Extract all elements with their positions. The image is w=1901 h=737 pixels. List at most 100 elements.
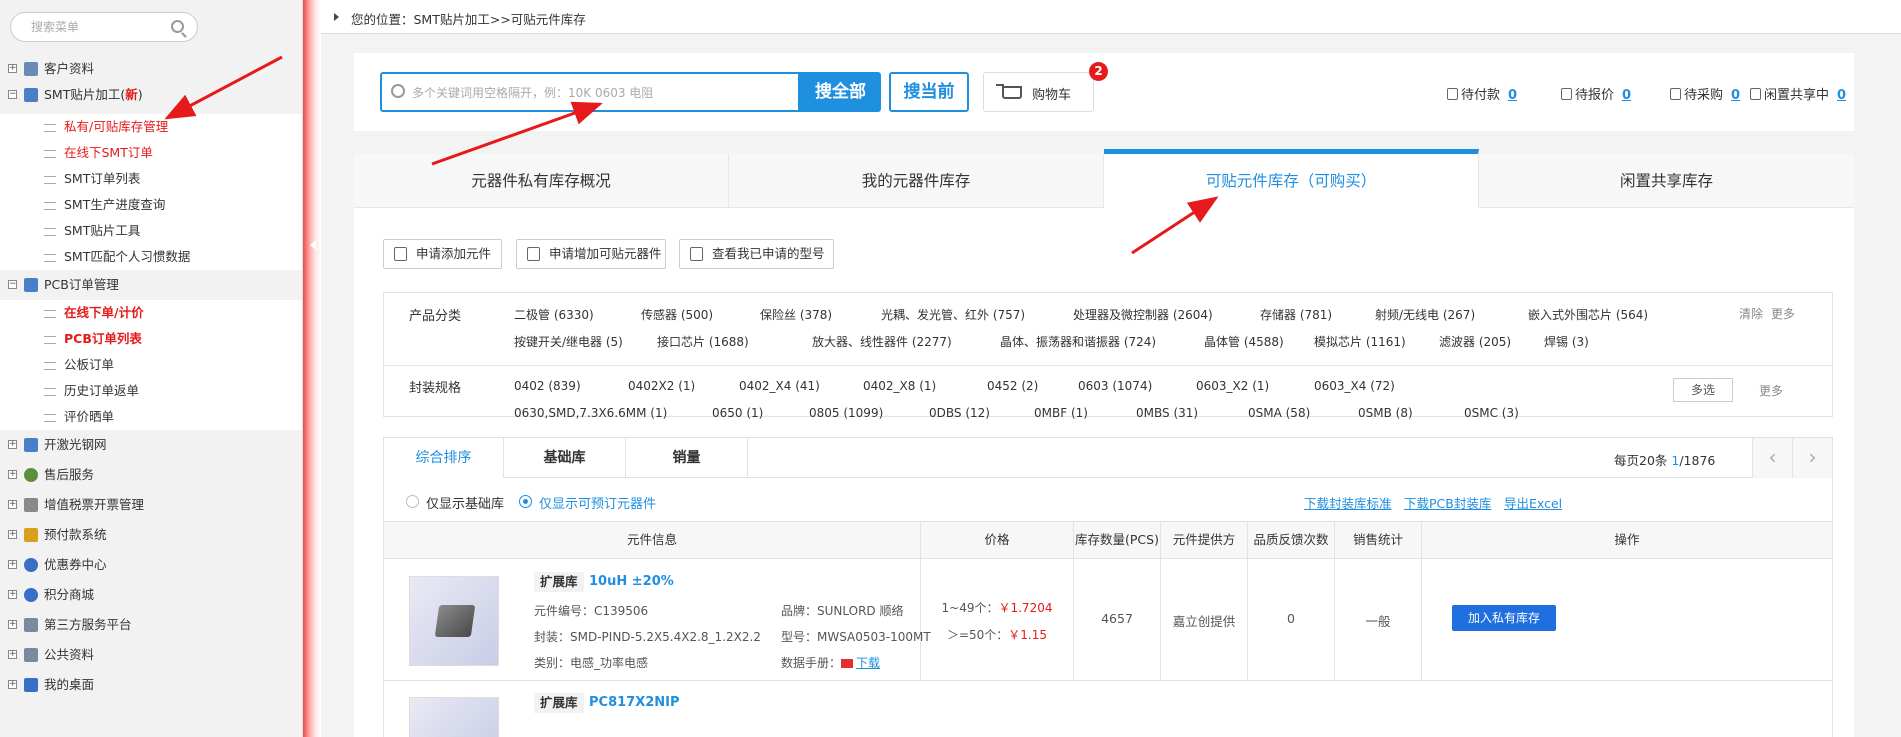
expand-icon[interactable]: + bbox=[8, 620, 17, 629]
product-name[interactable]: 10uH ±20% bbox=[589, 572, 674, 592]
datasheet-download-link[interactable]: 下载 bbox=[856, 656, 880, 670]
export-excel-link[interactable]: 导出Excel bbox=[1504, 493, 1562, 512]
expand-icon[interactable]: + bbox=[8, 560, 17, 569]
sidebar-item-pcb[interactable]: − PCB订单管理 bbox=[0, 272, 302, 298]
menu-search-input[interactable]: 搜索菜单 bbox=[10, 12, 198, 42]
search-current-button[interactable]: 搜当前 bbox=[889, 72, 969, 112]
more-packages-link[interactable]: 更多 bbox=[1759, 382, 1783, 399]
package-item[interactable]: 0650 (1) bbox=[712, 406, 763, 420]
sidebar-item-prepay[interactable]: + 预付款系统 bbox=[0, 522, 302, 548]
expand-icon[interactable]: + bbox=[8, 470, 17, 479]
expand-icon[interactable]: + bbox=[8, 590, 17, 599]
sidebar-item-desktop[interactable]: + 我的桌面 bbox=[0, 672, 302, 698]
pending-payment[interactable]: 待付款 0 bbox=[1447, 84, 1517, 103]
sidebar-sub-pcb-quote[interactable]: 在线下单/计价 bbox=[0, 300, 302, 326]
cart-button[interactable]: 购物车 bbox=[983, 72, 1094, 112]
sidebar-sub-smt-order[interactable]: 在线下SMT订单 bbox=[0, 140, 302, 166]
tab-private-overview[interactable]: 元器件私有库存概况 bbox=[354, 154, 729, 208]
package-item[interactable]: 0SMA (58) bbox=[1248, 406, 1310, 420]
sidebar-collapse-handle[interactable] bbox=[303, 0, 321, 737]
radio-basic-only[interactable]: 仅显示基础库 bbox=[406, 493, 504, 512]
expand-icon[interactable]: + bbox=[8, 440, 17, 449]
category-item[interactable]: 保险丝 (378) bbox=[760, 306, 832, 323]
expand-icon[interactable]: + bbox=[8, 530, 17, 539]
sidebar-sub-private-stock[interactable]: 私有/可贴库存管理 bbox=[0, 114, 302, 140]
sidebar-item-invoice[interactable]: + 增值税票开票管理 bbox=[0, 492, 302, 518]
pending-quote[interactable]: 待报价 0 bbox=[1561, 84, 1631, 103]
sidebar-item-points[interactable]: + 积分商城 bbox=[0, 582, 302, 608]
package-item[interactable]: 0402_X4 (41) bbox=[739, 379, 820, 393]
radio-orderable-only[interactable]: 仅显示可预订元器件 bbox=[519, 493, 656, 512]
category-item[interactable]: 传感器 (500) bbox=[641, 306, 713, 323]
pending-count[interactable]: 0 bbox=[1622, 88, 1631, 103]
sort-tab-default[interactable]: 综合排序 bbox=[384, 438, 504, 478]
package-item[interactable]: 0MBS (31) bbox=[1136, 406, 1198, 420]
package-item[interactable]: 0805 (1099) bbox=[809, 406, 883, 420]
package-item[interactable]: 0402X2 (1) bbox=[628, 379, 695, 393]
clear-filter-link[interactable]: 清除 bbox=[1739, 305, 1763, 322]
add-to-private-stock-button[interactable]: 加入私有库存 bbox=[1452, 605, 1556, 631]
sidebar-item-aftersale[interactable]: + 售后服务 bbox=[0, 462, 302, 488]
radio-circle[interactable] bbox=[519, 495, 532, 508]
tab-idle-share[interactable]: 闲置共享库存 bbox=[1479, 154, 1854, 208]
product-name[interactable]: PC817X2NIP bbox=[589, 693, 680, 713]
category-item[interactable]: 滤波器 (205) bbox=[1439, 333, 1511, 350]
product-image[interactable] bbox=[409, 576, 499, 666]
package-item[interactable]: 0SMC (3) bbox=[1464, 406, 1519, 420]
category-item[interactable]: 接口芯片 (1688) bbox=[657, 333, 749, 350]
pending-idle-share[interactable]: 闲置共享中 0 bbox=[1750, 84, 1846, 103]
tab-my-stock[interactable]: 我的元器件库存 bbox=[729, 154, 1104, 208]
category-item[interactable]: 光耦、发光管、红外 (757) bbox=[881, 306, 1025, 323]
package-item[interactable]: 0603 (1074) bbox=[1078, 379, 1152, 393]
sidebar-sub-review[interactable]: 评价晒单 bbox=[0, 404, 302, 430]
next-page-button[interactable]: › bbox=[1792, 438, 1832, 478]
download-standard-link[interactable]: 下载封装库标准 bbox=[1304, 493, 1392, 512]
product-image[interactable] bbox=[409, 697, 499, 737]
category-item[interactable]: 放大器、线性器件 (2277) bbox=[812, 333, 952, 350]
download-pcb-link[interactable]: 下载PCB封装库 bbox=[1404, 493, 1491, 512]
package-item[interactable]: 0603_X4 (72) bbox=[1314, 379, 1395, 393]
component-search-input[interactable]: 多个关键词用空格隔开，例：10K 0603 电阻 bbox=[380, 72, 800, 112]
sidebar-item-smt[interactable]: − SMT贴片加工(新) bbox=[0, 82, 302, 108]
sidebar-sub-smt-tools[interactable]: SMT贴片工具 bbox=[0, 218, 302, 244]
sidebar-sub-smt-progress[interactable]: SMT生产进度查询 bbox=[0, 192, 302, 218]
sidebar-item-stencil[interactable]: + 开激光钢网 bbox=[0, 432, 302, 458]
pending-count[interactable]: 0 bbox=[1731, 88, 1740, 103]
sidebar-item-customer[interactable]: + 客户资料 bbox=[0, 56, 302, 82]
collapse-arrow-icon[interactable] bbox=[310, 240, 316, 250]
collapse-icon[interactable]: − bbox=[8, 280, 17, 289]
pending-count[interactable]: 0 bbox=[1508, 88, 1517, 103]
tab-mountable-stock[interactable]: 可贴元件库存（可购买） bbox=[1104, 149, 1479, 208]
expand-icon[interactable]: + bbox=[8, 680, 17, 689]
package-item[interactable]: 0603_X2 (1) bbox=[1196, 379, 1269, 393]
sidebar-sub-pcb-list[interactable]: PCB订单列表 bbox=[0, 326, 302, 352]
apply-add-mountable-button[interactable]: 申请增加可贴元器件 bbox=[516, 239, 666, 269]
sidebar-sub-smt-list[interactable]: SMT订单列表 bbox=[0, 166, 302, 192]
sidebar-item-coupon[interactable]: + 优惠券中心 bbox=[0, 552, 302, 578]
sidebar-item-public[interactable]: + 公共资料 bbox=[0, 642, 302, 668]
package-item[interactable]: 0630,SMD,7.3X6.6MM (1) bbox=[514, 406, 667, 420]
search-all-button[interactable]: 搜全部 bbox=[800, 72, 881, 112]
expand-icon[interactable]: + bbox=[8, 500, 17, 509]
apply-add-component-button[interactable]: 申请添加元件 bbox=[383, 239, 502, 269]
more-categories-link[interactable]: 更多 bbox=[1771, 305, 1795, 322]
category-item[interactable]: 模拟芯片 (1161) bbox=[1314, 333, 1406, 350]
radio-circle[interactable] bbox=[406, 495, 419, 508]
sidebar-sub-smt-habits[interactable]: SMT匹配个人习惯数据 bbox=[0, 244, 302, 270]
expand-icon[interactable]: + bbox=[8, 64, 17, 73]
pending-purchase[interactable]: 待采购 0 bbox=[1670, 84, 1740, 103]
view-my-applications-button[interactable]: 查看我已申请的型号 bbox=[679, 239, 834, 269]
sidebar-item-thirdparty[interactable]: + 第三方服务平台 bbox=[0, 612, 302, 638]
category-item[interactable]: 晶体、振荡器和谐振器 (724) bbox=[1000, 333, 1156, 350]
prev-page-button[interactable]: ‹ bbox=[1752, 438, 1792, 478]
category-item[interactable]: 存储器 (781) bbox=[1260, 306, 1332, 323]
expand-icon[interactable]: + bbox=[8, 650, 17, 659]
multi-select-button[interactable]: 多选 bbox=[1673, 378, 1733, 402]
package-item[interactable]: 0DBS (12) bbox=[929, 406, 990, 420]
package-item[interactable]: 0402 (839) bbox=[514, 379, 581, 393]
package-item[interactable]: 0MBF (1) bbox=[1034, 406, 1088, 420]
sort-tab-basic[interactable]: 基础库 bbox=[504, 438, 626, 478]
category-item[interactable]: 射频/无线电 (267) bbox=[1375, 306, 1475, 323]
package-item[interactable]: 0SMB (8) bbox=[1358, 406, 1413, 420]
search-icon[interactable] bbox=[171, 20, 184, 33]
